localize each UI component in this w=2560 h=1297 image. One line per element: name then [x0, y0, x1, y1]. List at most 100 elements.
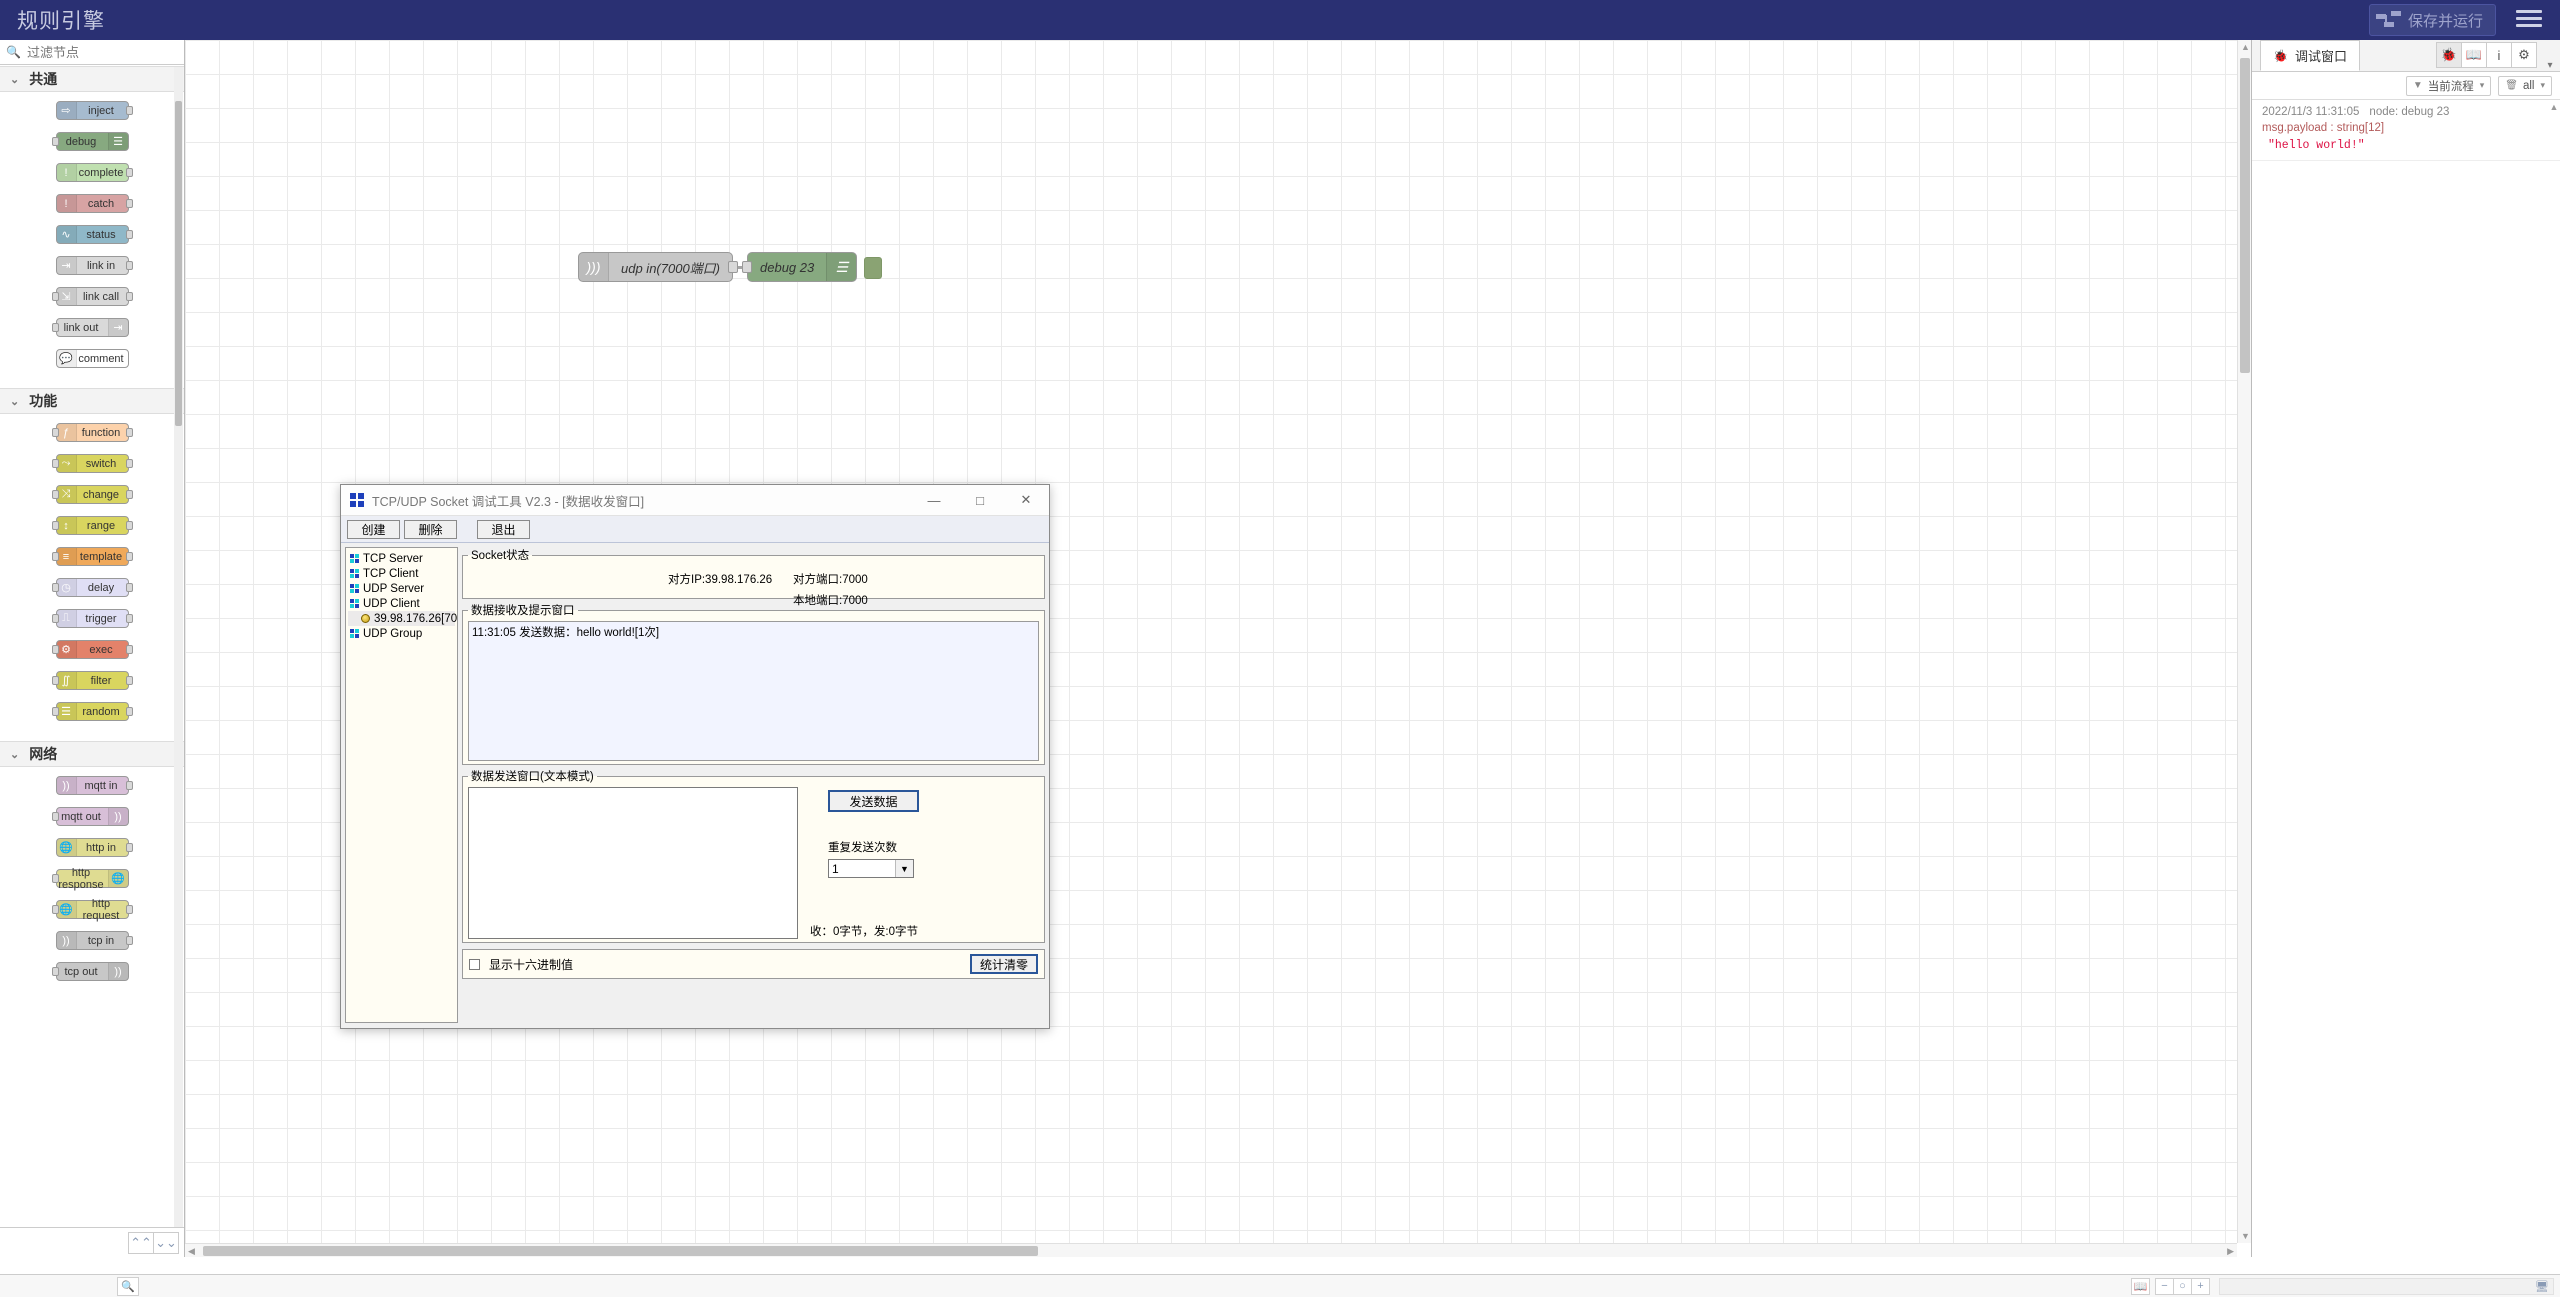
- hex-checkbox[interactable]: [469, 958, 480, 970]
- palette-node-mqtt-in[interactable]: )) mqtt in: [55, 776, 133, 795]
- input-port[interactable]: [51, 521, 59, 530]
- palette-node-tcp-out[interactable]: tcp out)): [51, 962, 129, 981]
- palette-node-function[interactable]: ƒ function: [51, 423, 133, 442]
- flow-node-udp-in-7000-[interactable]: ))) udp in(7000端口): [578, 252, 738, 282]
- debug-message[interactable]: 2022/11/3 11:31:05 node: debug 23 msg.payl…: [2252, 100, 2560, 161]
- palette-node-trigger[interactable]: ⎍ trigger: [51, 609, 133, 628]
- bug-icon[interactable]: 🐞: [2436, 42, 2462, 68]
- input-port[interactable]: [51, 323, 59, 332]
- palette-node-change[interactable]: ⤨ change: [51, 485, 133, 504]
- close-button[interactable]: ✕: [1003, 485, 1049, 516]
- palette-search[interactable]: 🔍: [0, 40, 184, 65]
- debug-toggle-button[interactable]: [864, 257, 883, 279]
- gear-icon[interactable]: ⚙: [2511, 42, 2537, 68]
- scroll-left-arrow[interactable]: ◀: [188, 1246, 195, 1257]
- tree-item-TCP-Server[interactable]: TCP Server: [348, 551, 455, 566]
- palette-category-功能[interactable]: ⌄ 功能: [0, 388, 184, 414]
- output-port[interactable]: [125, 230, 133, 239]
- canvas-horizontal-scrollbar[interactable]: ◀ ▶: [185, 1243, 2237, 1257]
- input-port[interactable]: [51, 490, 59, 499]
- sidebar-menu-caret-icon[interactable]: ▾: [2540, 60, 2560, 71]
- sidebar-scrollbar[interactable]: ▲: [2549, 102, 2559, 1242]
- palette-scrollbar[interactable]: [174, 67, 183, 1227]
- output-port[interactable]: [125, 168, 133, 177]
- input-port[interactable]: [51, 676, 59, 685]
- output-port[interactable]: [125, 645, 133, 654]
- output-port[interactable]: [125, 459, 133, 468]
- output-port[interactable]: [125, 106, 133, 115]
- monitor-icon[interactable]: 🖥: [2535, 1280, 2549, 1293]
- collapse-all-icon[interactable]: ⌃⌃: [128, 1231, 154, 1254]
- palette-category-共通[interactable]: ⌄ 共通: [0, 66, 184, 92]
- input-port[interactable]: [742, 261, 752, 273]
- palette-node-link-out[interactable]: link out ⇥: [51, 318, 129, 337]
- tree-item-UDP-Server[interactable]: UDP Server: [348, 581, 455, 596]
- palette-node-delay[interactable]: ◷ delay: [51, 578, 133, 597]
- output-port[interactable]: [728, 261, 738, 273]
- tree-item-39.98.176.26-7000-[interactable]: 39.98.176.26[7000]: [348, 611, 457, 626]
- tree-item-UDP-Group[interactable]: UDP Group: [348, 626, 455, 641]
- palette-node-http-in[interactable]: 🌐 http in: [55, 838, 133, 857]
- output-port[interactable]: [125, 199, 133, 208]
- flow-filter[interactable]: ▼ 当前流程 ▾: [2405, 75, 2492, 96]
- output-port[interactable]: [125, 490, 133, 499]
- tree-item-UDP-Client[interactable]: UDP Client: [348, 596, 455, 611]
- send-textarea[interactable]: [468, 787, 798, 939]
- output-port[interactable]: [125, 261, 133, 270]
- tab-debug[interactable]: 🐞 调试窗口: [2260, 40, 2360, 71]
- tree-item-TCP-Client[interactable]: TCP Client: [348, 566, 455, 581]
- palette-node-comment[interactable]: 💬 comment: [55, 349, 129, 368]
- palette-node-complete[interactable]: ! complete: [55, 163, 133, 182]
- clear-filter[interactable]: 🗑 all ▾: [2498, 75, 2552, 96]
- palette-node-catch[interactable]: ! catch: [55, 194, 133, 213]
- output-port[interactable]: [125, 936, 133, 945]
- map-icon[interactable]: 📖: [2131, 1277, 2150, 1295]
- sidebar-scroll-up-icon[interactable]: ▲: [2549, 102, 2559, 112]
- input-port[interactable]: [51, 137, 59, 146]
- input-port[interactable]: [51, 292, 59, 301]
- palette-node-inject[interactable]: ⇨ inject: [55, 101, 133, 120]
- scroll-right-arrow[interactable]: ▶: [2227, 1246, 2234, 1257]
- create-button[interactable]: 创建: [347, 519, 400, 539]
- palette-node-switch[interactable]: ⤳ switch: [51, 454, 133, 473]
- tcp-udp-socket-dialog[interactable]: TCP/UDP Socket 调试工具 V2.3 - [数据收发窗口] — □ …: [340, 484, 1050, 1029]
- output-port[interactable]: [125, 843, 133, 852]
- output-port[interactable]: [125, 781, 133, 790]
- expand-all-icon[interactable]: ⌄⌄: [153, 1231, 179, 1254]
- palette-node-template[interactable]: ≡ template: [51, 547, 133, 566]
- input-port[interactable]: [51, 428, 59, 437]
- info-icon[interactable]: i: [2486, 42, 2512, 68]
- output-port[interactable]: [125, 292, 133, 301]
- scroll-down-arrow[interactable]: ▼: [2241, 1231, 2250, 1241]
- palette-node-random[interactable]: ☰ random: [51, 702, 133, 721]
- socket-tree[interactable]: TCP Server TCP Client UDP Server UDP Client…: [345, 547, 458, 1023]
- palette-node-http-request[interactable]: 🌐 http request: [51, 898, 133, 922]
- input-port[interactable]: [51, 905, 59, 914]
- exit-button[interactable]: 退出: [477, 519, 530, 539]
- input-port[interactable]: [51, 645, 59, 654]
- input-port[interactable]: [51, 614, 59, 623]
- input-port[interactable]: [51, 812, 59, 821]
- palette-node-link-call[interactable]: ⇲ link call: [51, 287, 133, 306]
- input-port[interactable]: [51, 459, 59, 468]
- canvas-search-button[interactable]: 🔍: [117, 1276, 139, 1296]
- output-port[interactable]: [125, 552, 133, 561]
- palette-node-exec[interactable]: ⚙ exec: [51, 640, 133, 659]
- zoom-out-button[interactable]: −: [2155, 1277, 2174, 1295]
- palette-node-filter[interactable]: ∬ filter: [51, 671, 133, 690]
- receive-log[interactable]: 11:31:05 发送数据：hello world![1次]: [468, 621, 1039, 761]
- book-icon[interactable]: 📖: [2461, 42, 2487, 68]
- search-input[interactable]: [24, 43, 178, 61]
- input-port[interactable]: [51, 707, 59, 716]
- palette-node-debug[interactable]: debug ☰: [51, 132, 129, 151]
- output-port[interactable]: [125, 707, 133, 716]
- input-port[interactable]: [51, 967, 59, 976]
- palette-node-tcp-in[interactable]: )) tcp in: [55, 931, 133, 950]
- zoom-reset-button[interactable]: ○: [2173, 1277, 2192, 1295]
- canvas-vertical-scrollbar[interactable]: ▲ ▼: [2237, 40, 2251, 1243]
- clear-stats-button[interactable]: 统计清零: [970, 954, 1038, 974]
- palette-node-range[interactable]: ↕ range: [51, 516, 133, 535]
- palette-node-status[interactable]: ∿ status: [55, 225, 133, 244]
- scroll-up-arrow[interactable]: ▲: [2241, 42, 2250, 52]
- output-port[interactable]: [125, 905, 133, 914]
